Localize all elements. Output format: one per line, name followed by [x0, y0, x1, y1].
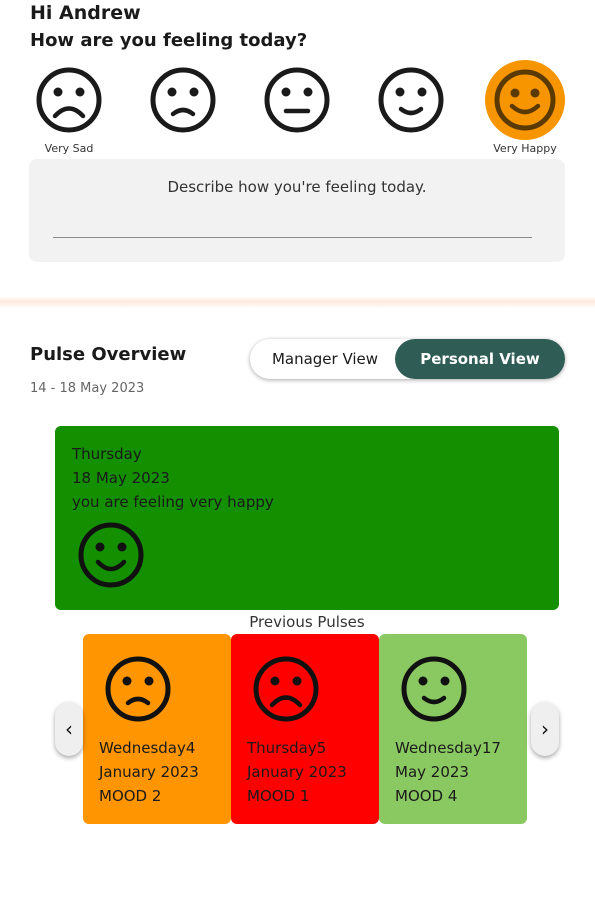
current-pulse-card: Thursday 18 May 2023 you are feeling ver… — [55, 426, 559, 610]
pulse-overview-title: Pulse Overview — [30, 344, 187, 365]
very-sad-icon — [253, 656, 319, 722]
greeting: Hi Andrew — [30, 2, 141, 24]
describe-prompt: Describe how you're feeling today. — [167, 178, 427, 196]
very-happy-button[interactable] — [485, 60, 565, 140]
previous-pulse-card[interactable]: Wednesday4 January 2023 MOOD 2 — [83, 634, 231, 824]
sad-icon — [105, 656, 171, 722]
pulse-mood: MOOD 1 — [247, 787, 310, 805]
date-range: 14 - 18 May 2023 — [30, 381, 145, 396]
mood-question: How are you feeling today? — [30, 30, 308, 51]
sad-icon — [150, 67, 216, 133]
personal-view-tab[interactable]: Personal View — [395, 339, 565, 379]
describe-input-underline[interactable] — [53, 237, 532, 238]
view-toggle: Manager View Personal View — [250, 339, 565, 379]
neutral-button[interactable] — [257, 60, 337, 140]
very-sad-icon — [36, 67, 102, 133]
happy-icon — [401, 656, 467, 722]
carousel-next-button[interactable]: › — [531, 702, 559, 756]
very-happy-icon — [78, 522, 144, 588]
chevron-left-icon: ‹ — [65, 717, 73, 741]
very-happy-icon — [485, 60, 565, 140]
describe-feelings-box[interactable]: Describe how you're feeling today. — [29, 159, 565, 262]
pulse-mood: MOOD 2 — [99, 787, 162, 805]
very-sad-label: Very Sad — [44, 142, 94, 155]
sad-button[interactable] — [143, 60, 223, 140]
happy-button[interactable] — [371, 60, 451, 140]
chevron-right-icon: › — [541, 717, 549, 741]
current-pulse-date: 18 May 2023 — [72, 469, 170, 487]
very-sad-button[interactable] — [29, 60, 109, 140]
manager-view-tab[interactable]: Manager View — [250, 339, 400, 379]
neutral-icon — [264, 67, 330, 133]
very-happy-label: Very Happy — [493, 142, 557, 155]
pulse-date-line1: Wednesday4 — [99, 739, 196, 757]
section-divider — [0, 296, 595, 308]
current-pulse-day: Thursday — [72, 445, 142, 463]
previous-pulses-title: Previous Pulses — [249, 613, 365, 631]
pulse-date-line2: January 2023 — [247, 763, 347, 781]
pulse-date-line1: Thursday5 — [247, 739, 327, 757]
pulse-date-line2: January 2023 — [99, 763, 199, 781]
happy-icon — [378, 67, 444, 133]
pulse-date-line2: May 2023 — [395, 763, 469, 781]
current-pulse-message: you are feeling very happy — [72, 493, 274, 511]
previous-pulse-card[interactable]: Wednesday17 May 2023 MOOD 4 — [379, 634, 527, 824]
previous-pulse-card[interactable]: Thursday5 January 2023 MOOD 1 — [231, 634, 379, 824]
carousel-prev-button[interactable]: ‹ — [55, 702, 83, 756]
pulse-date-line1: Wednesday17 — [395, 739, 501, 757]
pulse-mood: MOOD 4 — [395, 787, 458, 805]
